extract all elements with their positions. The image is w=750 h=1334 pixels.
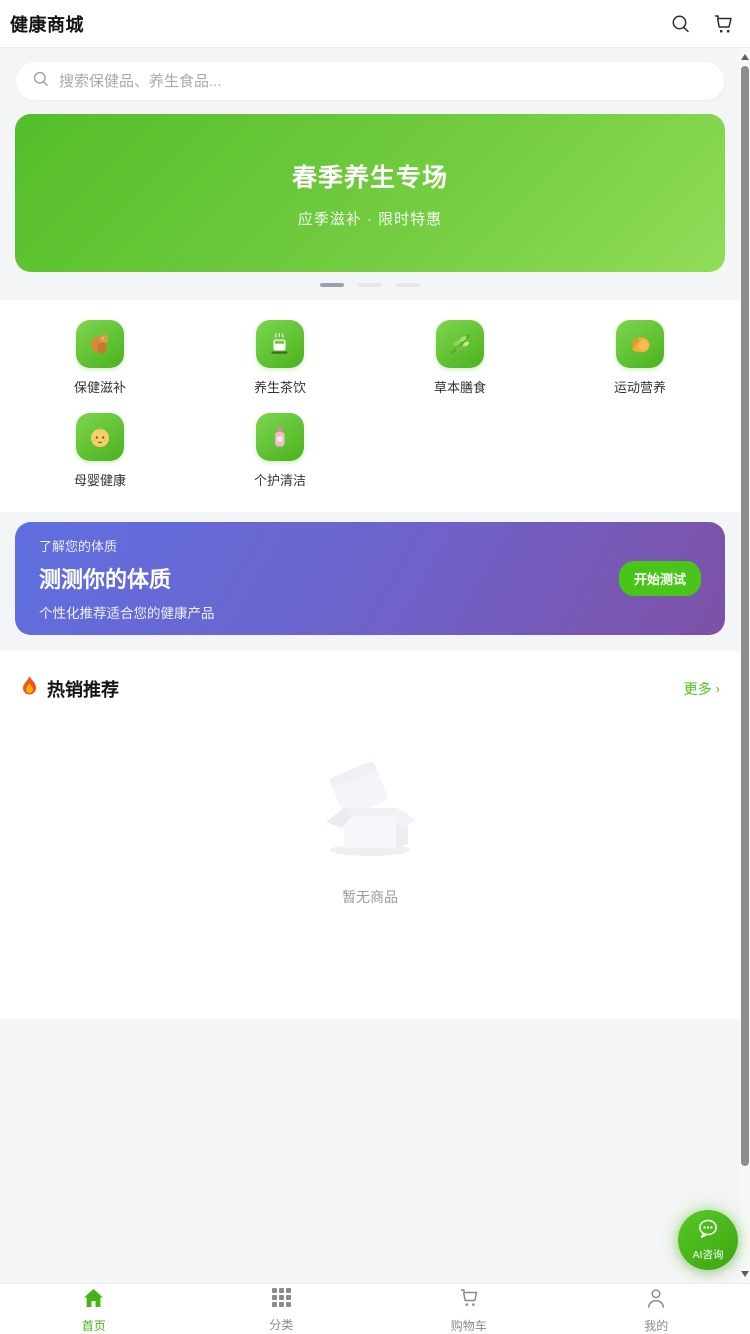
category-label: 运动营养 — [614, 377, 666, 396]
category-label: 母婴健康 — [74, 470, 126, 489]
banner-subtitle: 应季滋补 · 限时特惠 — [298, 208, 442, 229]
tab-categories[interactable]: 分类 — [188, 1284, 376, 1334]
tab-home[interactable]: 首页 — [0, 1284, 188, 1334]
tab-label: 购物车 — [451, 1317, 487, 1334]
ai-consult-label: AI咨询 — [693, 1247, 724, 1262]
scrollbar-thumb[interactable] — [741, 66, 749, 1166]
search-icon — [32, 70, 50, 93]
banner-title: 春季养生专场 — [292, 158, 448, 194]
scrollbar-up-arrow-icon[interactable] — [741, 54, 749, 60]
health-mall-app: 健康商城 — [0, 0, 750, 1334]
empty-box-icon — [312, 762, 428, 863]
hot-section-header: 热销推荐 更多 › — [20, 675, 720, 702]
constitution-texts: 了解您的体质 测测你的体质 个性化推荐适合您的健康产品 — [39, 536, 619, 622]
bottom-tab-bar: 首页 分类 购物 — [0, 1283, 750, 1334]
category-grid: 保健滋补 养生茶饮 — [0, 300, 740, 512]
lotion-icon — [256, 413, 304, 461]
constitution-title: 测测你的体质 — [39, 562, 619, 594]
hot-recommend-section: 热销推荐 更多 › — [0, 651, 740, 1019]
category-item-sport-nutrition[interactable]: 运动营养 — [550, 320, 730, 396]
banner-carousel: 春季养生专场 应季滋补 · 限时特惠 — [0, 114, 740, 287]
app-header: 健康商城 — [0, 0, 750, 48]
carousel-dot-2[interactable] — [358, 283, 382, 287]
cart-icon[interactable] — [710, 11, 736, 37]
herb-icon — [436, 320, 484, 368]
carousel-dot-1[interactable] — [320, 283, 344, 287]
tea-icon — [256, 320, 304, 368]
cart-icon — [457, 1287, 480, 1314]
category-label: 保健滋补 — [74, 377, 126, 396]
category-item-tea[interactable]: 养生茶饮 — [190, 320, 370, 396]
constitution-section: 了解您的体质 测测你的体质 个性化推荐适合您的健康产品 开始测试 — [0, 512, 740, 643]
empty-state: 暂无商品 — [20, 762, 720, 907]
scrollbar[interactable] — [740, 48, 750, 1283]
start-test-button[interactable]: 开始测试 — [619, 561, 701, 596]
chat-bubble-icon — [696, 1218, 720, 1245]
constitution-eyebrow: 了解您的体质 — [39, 536, 619, 555]
ginger-icon — [76, 320, 124, 368]
hot-section-title: 热销推荐 — [47, 676, 684, 702]
constitution-subtitle: 个性化推荐适合您的健康产品 — [39, 602, 619, 622]
category-item-herbal[interactable]: 草本膳食 — [370, 320, 550, 396]
app-title: 健康商城 — [10, 11, 652, 37]
more-link[interactable]: 更多 › — [684, 679, 720, 699]
tab-cart[interactable]: 购物车 — [375, 1284, 563, 1334]
category-item-personal-care[interactable]: 个护清洁 — [190, 413, 370, 489]
scrollbar-down-arrow-icon[interactable] — [741, 1271, 749, 1277]
more-label: 更多 — [684, 679, 712, 699]
user-icon — [645, 1287, 667, 1314]
banner-slide-spring[interactable]: 春季养生专场 应季滋补 · 限时特惠 — [15, 114, 725, 272]
ai-consult-button[interactable]: AI咨询 — [678, 1210, 738, 1270]
constitution-banner[interactable]: 了解您的体质 测测你的体质 个性化推荐适合您的健康产品 开始测试 — [15, 522, 725, 635]
tab-label: 我的 — [644, 1317, 668, 1334]
carousel-indicators — [15, 283, 725, 287]
tab-label: 首页 — [82, 1317, 106, 1334]
category-label: 个护清洁 — [254, 470, 306, 489]
muscle-icon — [616, 320, 664, 368]
main-scroll-area: 春季养生专场 应季滋补 · 限时特惠 — [0, 48, 740, 1283]
carousel-dot-3[interactable] — [396, 283, 420, 287]
tab-profile[interactable]: 我的 — [563, 1284, 750, 1334]
chevron-right-icon: › — [716, 681, 720, 696]
search-icon[interactable] — [668, 11, 694, 37]
search-input[interactable] — [59, 73, 708, 90]
baby-icon — [76, 413, 124, 461]
category-item-mother-baby[interactable]: 母婴健康 — [10, 413, 190, 489]
home-icon — [82, 1287, 105, 1314]
tab-label: 分类 — [269, 1316, 293, 1333]
fire-icon — [20, 675, 39, 702]
category-label: 草本膳食 — [434, 377, 486, 396]
category-label: 养生茶饮 — [254, 377, 306, 396]
grid-icon — [271, 1287, 292, 1313]
category-item-health-tonic[interactable]: 保健滋补 — [10, 320, 190, 396]
search-section — [0, 48, 740, 114]
empty-text: 暂无商品 — [342, 887, 398, 907]
search-bar[interactable] — [16, 62, 724, 100]
